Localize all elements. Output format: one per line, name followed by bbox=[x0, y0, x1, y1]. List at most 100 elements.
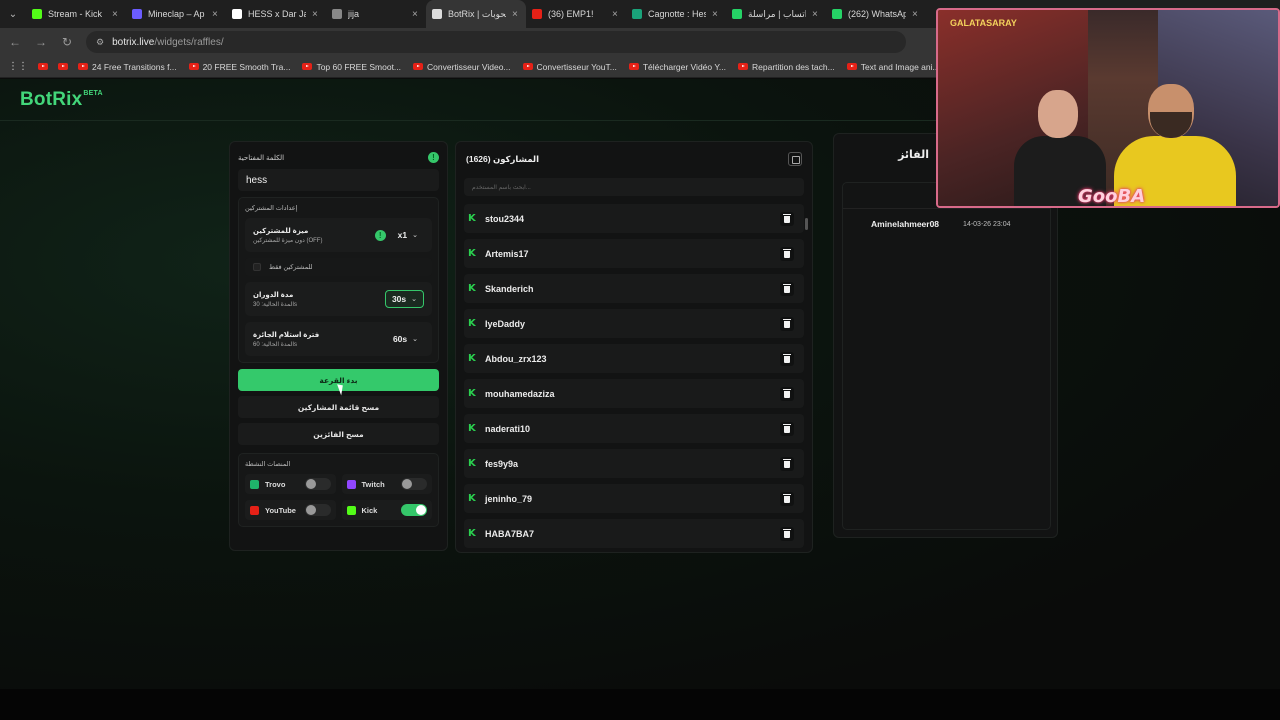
bookmark-icon bbox=[522, 63, 533, 70]
delete-icon[interactable] bbox=[780, 421, 794, 436]
webcam-overlay: GALATASARAY GooBA bbox=[936, 8, 1280, 208]
jersey-text: GALATASARAY bbox=[950, 18, 1017, 28]
close-icon[interactable]: × bbox=[912, 9, 920, 20]
bookmark-youtube-2[interactable] bbox=[58, 63, 68, 70]
participant-name: fes9y9a bbox=[485, 458, 519, 469]
bookmark-item[interactable]: Repartition des tach... bbox=[738, 62, 835, 72]
bookmark-icon bbox=[188, 63, 199, 70]
logo-text: BotRix bbox=[20, 89, 83, 110]
delete-icon[interactable] bbox=[780, 211, 794, 226]
close-icon[interactable]: × bbox=[412, 9, 420, 20]
participants-scrollbar[interactable] bbox=[805, 218, 808, 230]
list-item[interactable]: K Artemis17 bbox=[464, 239, 804, 268]
close-icon[interactable]: × bbox=[812, 9, 820, 20]
tab-favicon-icon bbox=[432, 9, 442, 19]
delete-icon[interactable] bbox=[780, 491, 794, 506]
browser-tab[interactable]: (262) WhatsAp × bbox=[826, 0, 926, 28]
list-item[interactable]: K Skanderich bbox=[464, 274, 804, 303]
kick-icon: K bbox=[468, 422, 476, 434]
info-icon[interactable]: ! bbox=[428, 152, 439, 163]
clear-winners-button[interactable]: مسح الفائزين bbox=[238, 423, 439, 445]
platform-toggle[interactable] bbox=[401, 504, 427, 516]
tab-label: واتساب | مراسلة bbox=[748, 8, 806, 19]
url-field[interactable]: ⚙ botrix.live/widgets/raffles/ bbox=[86, 31, 906, 53]
list-item[interactable]: Kmouhamedaziza bbox=[464, 379, 804, 408]
reload-icon[interactable]: ↻ bbox=[60, 35, 74, 49]
delete-icon[interactable] bbox=[780, 316, 794, 331]
claim-time-title: فترة استلام الجائزة bbox=[253, 331, 320, 339]
clear-participants-button[interactable]: مسح قائمة المشاركين bbox=[238, 396, 439, 418]
subscriber-bonus-select[interactable]: x1 ⌄ bbox=[392, 227, 424, 243]
participants-title: المشاركون (1626) bbox=[466, 153, 540, 164]
youtube-icon bbox=[250, 505, 259, 515]
delete-icon[interactable] bbox=[780, 526, 794, 541]
delete-icon[interactable] bbox=[780, 281, 794, 296]
browser-tab[interactable]: Cagnotte : Hes × bbox=[626, 0, 726, 28]
browser-tab[interactable]: (36) EMP1! × bbox=[526, 0, 626, 28]
kick-icon: K bbox=[468, 527, 476, 539]
bookmark-item[interactable]: Top 60 FREE Smoot... bbox=[302, 62, 401, 72]
tab-search-chevron-icon[interactable]: ⌄ bbox=[0, 0, 26, 28]
browser-tab[interactable]: واتساب | مراسلة × bbox=[726, 0, 826, 28]
site-info-icon[interactable]: ⚙ bbox=[96, 37, 104, 48]
delete-icon[interactable] bbox=[780, 246, 794, 261]
close-icon[interactable]: × bbox=[712, 9, 720, 20]
bookmark-label: 20 FREE Smooth Tra... bbox=[202, 61, 291, 72]
bookmark-item[interactable]: 20 FREE Smooth Tra... bbox=[188, 61, 291, 72]
bookmark-item[interactable]: Télécharger Vidéo Y... bbox=[628, 62, 726, 72]
close-icon[interactable]: × bbox=[312, 9, 320, 20]
participant-search-input[interactable]: ابحث باسم المستخدم... bbox=[464, 178, 804, 196]
spin-duration-select[interactable]: 30s ⌄ bbox=[384, 290, 424, 308]
bookmark-item[interactable]: Convertisseur YouT... bbox=[522, 62, 617, 72]
info-icon[interactable]: ! bbox=[374, 229, 386, 241]
bookmark-youtube-1[interactable] bbox=[38, 63, 48, 70]
subscribers-only-label: للمشتركين فقط bbox=[269, 264, 313, 271]
browser-tab[interactable]: HESS x Dar Jam × bbox=[226, 0, 326, 28]
participant-settings-title: إعدادات المشتركين bbox=[245, 205, 298, 212]
list-item[interactable]: Kstou2344 bbox=[464, 204, 804, 233]
forward-icon[interactable]: → bbox=[34, 35, 48, 49]
delete-icon[interactable] bbox=[780, 351, 794, 366]
winner-name: Aminelahmeer08 bbox=[871, 219, 940, 229]
list-item[interactable]: Kfes9y9a bbox=[464, 449, 804, 478]
platform-toggle[interactable] bbox=[304, 504, 331, 516]
bookmark-icon bbox=[846, 63, 857, 70]
browser-tab[interactable]: Mineclap – Ap × bbox=[126, 0, 226, 28]
subscribers-only-row[interactable]: للمشتركين فقط bbox=[245, 258, 432, 276]
browser-tab[interactable]: Stream - Kick × bbox=[26, 0, 126, 28]
participants-card: المشاركون (1626) ابحث باسم المستخدم... K… bbox=[455, 141, 813, 553]
keyword-input[interactable]: hess bbox=[238, 169, 439, 191]
subscribers-only-checkbox[interactable] bbox=[253, 263, 261, 271]
list-item[interactable]: K Abdou_zrx123 bbox=[464, 344, 804, 373]
bookmark-item[interactable]: Convertisseur Video... bbox=[413, 62, 511, 72]
close-icon[interactable]: × bbox=[212, 9, 220, 20]
copy-icon[interactable] bbox=[788, 152, 802, 166]
close-icon[interactable]: × bbox=[112, 9, 120, 20]
list-item[interactable]: Knaderati10 bbox=[464, 414, 804, 443]
close-icon[interactable]: × bbox=[512, 9, 520, 20]
claim-time-select[interactable]: 60s ⌄ bbox=[387, 331, 424, 347]
list-item[interactable]: K HABA7BA7 bbox=[464, 519, 804, 548]
trovo-icon bbox=[250, 479, 259, 489]
bookmark-label: 24 Free Transitions f... bbox=[92, 61, 177, 72]
platforms-title: المنصات النشطة bbox=[245, 461, 291, 468]
platform-name: Trovo bbox=[265, 479, 286, 489]
delete-icon[interactable] bbox=[780, 386, 794, 401]
participant-name: IyeDaddy bbox=[485, 318, 526, 329]
close-icon[interactable]: × bbox=[612, 9, 620, 20]
back-icon[interactable]: ← bbox=[8, 35, 22, 49]
platform-toggle[interactable] bbox=[401, 478, 427, 490]
apps-grid-icon[interactable]: ⋮⋮ bbox=[8, 61, 28, 72]
kick-icon: K bbox=[468, 282, 476, 294]
browser-tab[interactable]: jija × bbox=[326, 0, 426, 28]
participant-name: Artemis17 bbox=[485, 248, 529, 259]
delete-icon[interactable] bbox=[780, 456, 794, 471]
botrix-logo[interactable]: BotRixBETA bbox=[20, 89, 103, 111]
chevron-down-icon: ⌄ bbox=[412, 336, 418, 343]
platform-toggle[interactable] bbox=[304, 478, 331, 490]
list-item[interactable]: Kjeninho_79 bbox=[464, 484, 804, 513]
list-item[interactable]: K IyeDaddy bbox=[464, 309, 804, 338]
bookmark-item[interactable]: 24 Free Transitions f... bbox=[78, 62, 177, 72]
browser-tab[interactable]: BotRix | سحوبات × bbox=[426, 0, 526, 28]
bookmark-item[interactable]: Text and Image ani... bbox=[846, 62, 940, 72]
